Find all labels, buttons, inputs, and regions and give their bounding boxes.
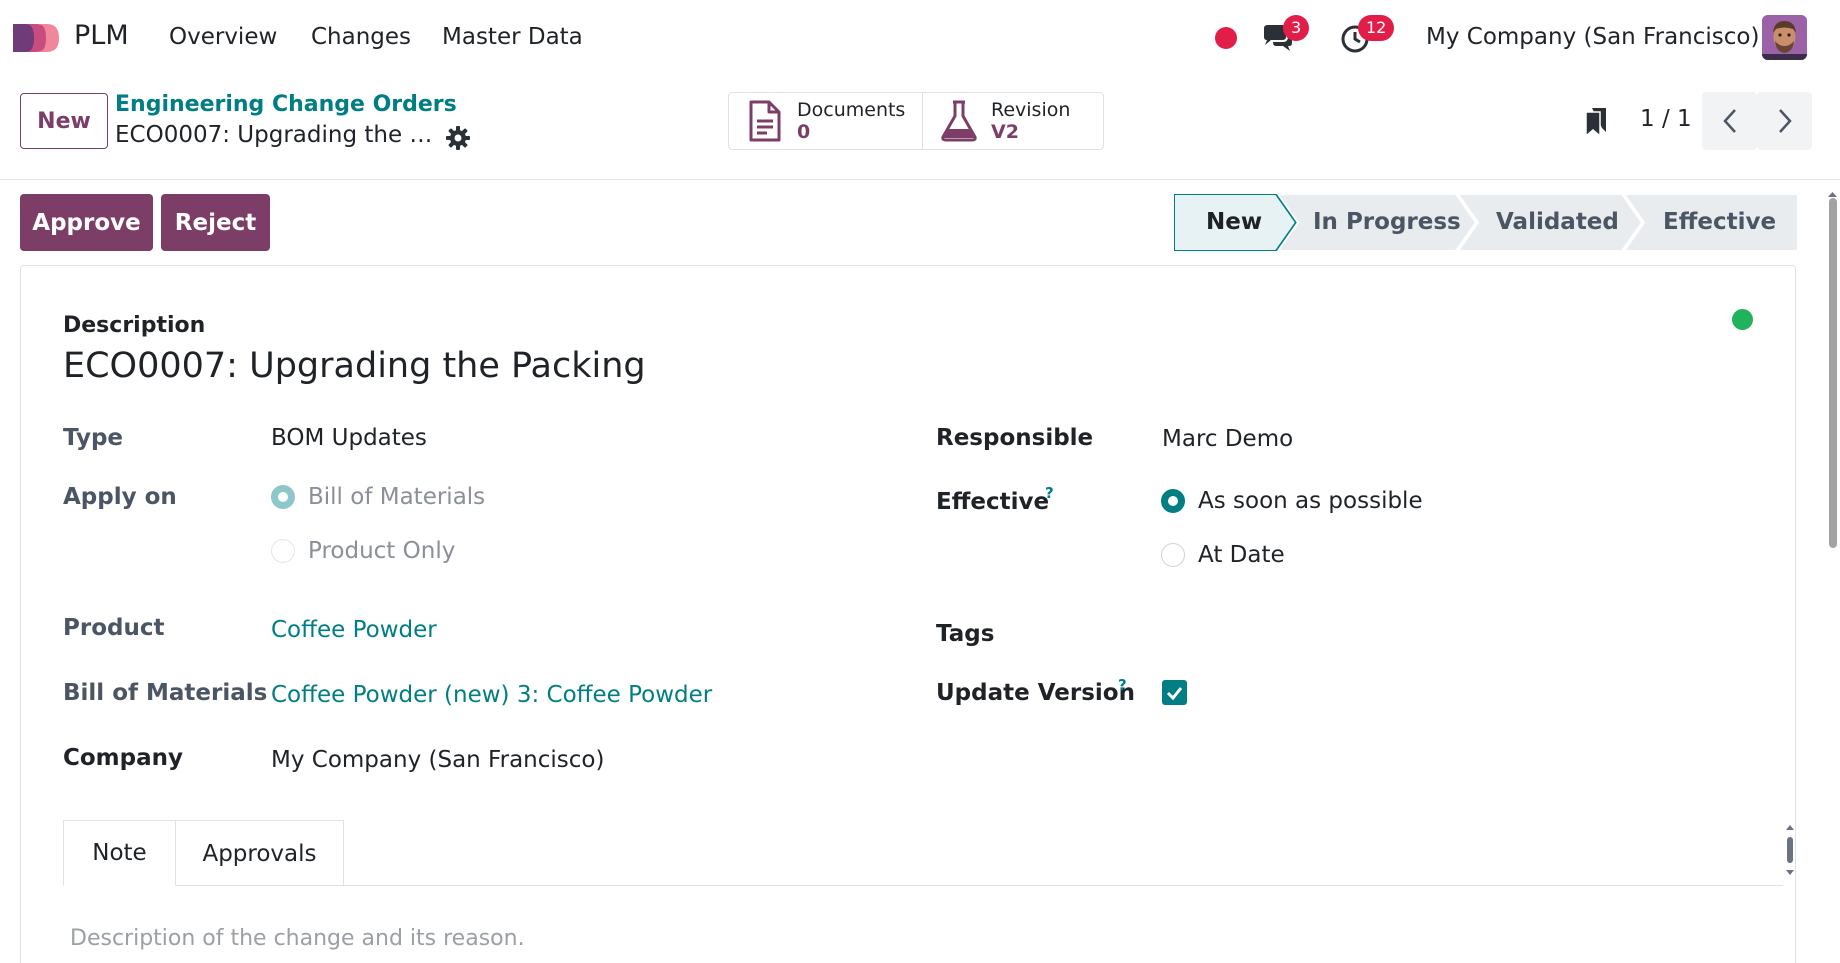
effective-label: Effective	[936, 489, 1050, 515]
revision-value: V2	[991, 121, 1019, 143]
company-value[interactable]: My Company (San Francisco)	[271, 747, 604, 773]
bom-label: Bill of Materials	[63, 680, 268, 706]
chevron-right-icon	[1778, 109, 1792, 133]
responsible-value[interactable]: Marc Demo	[1162, 426, 1293, 452]
product-link[interactable]: Coffee Powder	[271, 617, 437, 643]
stage-in-progress[interactable]: In Progress	[1313, 194, 1461, 251]
documents-count: 0	[797, 121, 811, 143]
revision-smart-button[interactable]: Revision V2	[922, 93, 1103, 149]
company-label: Company	[63, 745, 183, 771]
update-version-checkbox[interactable]	[1162, 680, 1187, 705]
status-dot-icon[interactable]	[1215, 27, 1237, 49]
pager-value[interactable]: 1 / 1	[1640, 106, 1692, 132]
app-logo-icon[interactable]	[13, 22, 63, 54]
update-version-label: Update Version	[936, 680, 1135, 706]
pager-next-button[interactable]	[1757, 92, 1812, 150]
app-name[interactable]: PLM	[74, 20, 129, 51]
page-scrollbar-thumb[interactable]	[1829, 198, 1837, 548]
apply-on-label: Apply on	[63, 484, 177, 510]
new-record-button[interactable]: New	[20, 93, 108, 149]
type-label: Type	[63, 425, 124, 451]
revision-label: Revision	[991, 99, 1071, 121]
tags-input[interactable]	[1162, 616, 1762, 652]
approve-button[interactable]: Approve	[20, 194, 153, 251]
gear-icon[interactable]	[445, 125, 471, 151]
activities-badge: 12	[1358, 15, 1395, 41]
messages-badge: 3	[1283, 15, 1310, 41]
effective-help-icon[interactable]: ?	[1045, 484, 1054, 502]
menu-overview[interactable]: Overview	[169, 24, 277, 50]
record-title[interactable]: ECO0007: Upgrading the Packing	[63, 346, 646, 386]
update-version-help-icon[interactable]: ?	[1118, 676, 1127, 694]
radio-bill-of-materials	[271, 485, 295, 509]
stage-effective[interactable]: Effective	[1663, 194, 1776, 251]
apply-on-bom-label: Bill of Materials	[308, 484, 486, 510]
description-label: Description	[63, 313, 206, 338]
radio-at-date[interactable]	[1161, 543, 1185, 567]
effective-asap-label[interactable]: As soon as possible	[1198, 488, 1423, 514]
smart-buttons: Documents 0 Revision V2	[728, 92, 1104, 150]
reject-button[interactable]: Reject	[161, 194, 270, 251]
user-avatar[interactable]	[1762, 15, 1807, 60]
product-label: Product	[63, 615, 165, 641]
documents-label: Documents	[797, 99, 906, 121]
tab-approvals[interactable]: Approvals	[176, 820, 344, 886]
control-panel: New Engineering Change Orders ECO0007: U…	[0, 76, 1840, 180]
bom-link[interactable]: Coffee Powder (new) 3: Coffee Powder	[271, 682, 712, 708]
stage-validated[interactable]: Validated	[1496, 194, 1619, 251]
responsible-label: Responsible	[936, 425, 1094, 451]
document-icon	[749, 100, 781, 142]
pager-previous-button[interactable]	[1702, 92, 1757, 150]
flask-icon	[941, 100, 977, 142]
tags-label: Tags	[936, 621, 995, 647]
note-editor[interactable]: Description of the change and its reason…	[70, 926, 525, 951]
check-icon	[1166, 687, 1183, 701]
breadcrumb-current: ECO0007: Upgrading the P...	[115, 122, 435, 148]
tab-note[interactable]: Note	[63, 820, 176, 886]
kanban-state-dot[interactable]	[1732, 309, 1753, 330]
radio-as-soon-as-possible[interactable]	[1161, 489, 1185, 513]
company-switcher[interactable]: My Company (San Francisco)	[1426, 24, 1759, 50]
inner-scroll-indicator[interactable]	[1786, 825, 1794, 875]
chevron-left-icon	[1722, 109, 1736, 133]
menu-master-data[interactable]: Master Data	[442, 24, 583, 50]
stage-new[interactable]: New	[1206, 194, 1262, 251]
bookmark-icon[interactable]	[1584, 106, 1608, 138]
menu-changes[interactable]: Changes	[311, 24, 411, 50]
documents-smart-button[interactable]: Documents 0	[729, 93, 922, 149]
effective-at-date-label[interactable]: At Date	[1198, 542, 1285, 568]
breadcrumb-parent-link[interactable]: Engineering Change Orders	[115, 92, 457, 117]
radio-product-only	[271, 539, 295, 563]
type-value[interactable]: BOM Updates	[271, 425, 427, 451]
top-navbar: PLM Overview Changes Master Data 3 12 My…	[0, 0, 1840, 76]
apply-on-product-only-label: Product Only	[308, 538, 456, 564]
